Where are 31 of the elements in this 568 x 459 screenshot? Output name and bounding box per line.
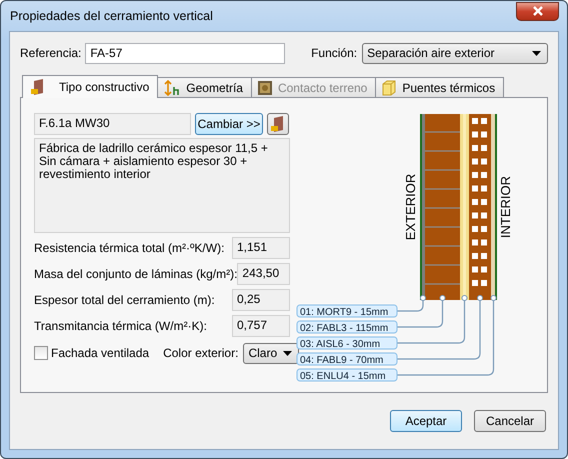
interior-label: INTERIOR: [498, 176, 513, 238]
exterior-color-label: Color exterior:: [163, 346, 238, 360]
tab[interactable]: Puentes térmicos: [375, 77, 504, 97]
reference-label: Referencia:: [20, 46, 82, 60]
window-title: Propiedades del cerramiento vertical: [9, 9, 213, 23]
property-label: Espesor total del cerramiento (m):: [34, 293, 215, 307]
layer-label: 03: AISL6 - 30mm: [296, 336, 398, 350]
construction-code-field: F.6.1a MW30: [34, 113, 191, 135]
layer-label: 01: MORT9 - 15mm: [296, 304, 398, 318]
tab[interactable]: Tipo constructivo: [22, 75, 158, 98]
property-label: Resistencia térmica total (m²·ºK/W):: [34, 241, 224, 255]
function-label: Función:: [311, 46, 358, 60]
exterior-color-dropdown[interactable]: Claro: [243, 342, 300, 364]
layer-label: 05: ENLU4 - 15mm: [296, 368, 398, 382]
description-field: Fábrica de ladrillo cerámico espesor 11,5 + Sin cámara + aislamiento espesor 30 + revestimiento interior: [34, 138, 290, 233]
property-label: Masa del conjunto de láminas (kg/m²):: [34, 267, 238, 281]
dialog-button[interactable]: Cancelar: [474, 410, 546, 432]
property-value: 1,151: [232, 237, 290, 259]
function-dropdown[interactable]: Separación aire exterior: [362, 42, 548, 64]
property-value: 243,50: [237, 263, 290, 285]
layer-label: 04: FABL9 - 70mm: [296, 352, 398, 366]
dialog-button[interactable]: Aceptar: [390, 410, 462, 432]
property-label: Transmitancia térmica (W/m²·K):: [34, 319, 207, 333]
property-value: 0,757: [232, 315, 290, 337]
change-button[interactable]: Cambiar >>: [195, 113, 263, 135]
exterior-label: EXTERIOR: [403, 174, 418, 240]
property-value: 0,25: [232, 289, 290, 311]
ventilated-facade-checkbox[interactable]: Fachada ventilada: [34, 346, 150, 360]
layer-label: 02: FABL3 - 115mm: [296, 320, 398, 334]
tab[interactable]: Geometría: [157, 77, 252, 97]
reference-field[interactable]: FA-57: [85, 42, 286, 64]
